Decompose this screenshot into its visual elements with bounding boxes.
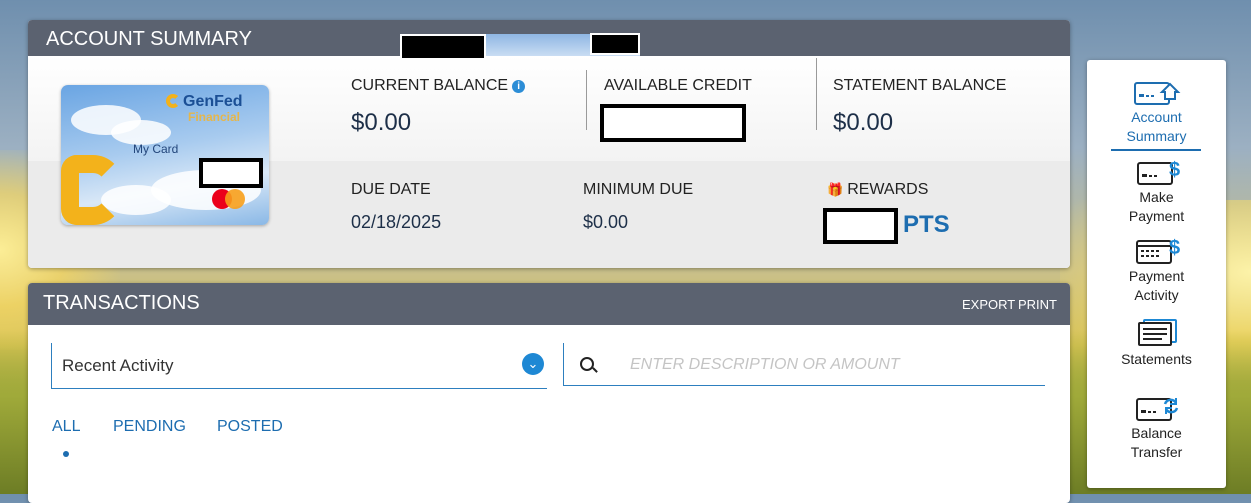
due-date-value: 02/18/2025 bbox=[351, 212, 442, 232]
available-credit-label: AVAILABLE CREDIT bbox=[604, 77, 752, 94]
nav-label: Activity bbox=[1134, 287, 1179, 303]
chevron-down-icon[interactable]: ⌄ bbox=[522, 353, 544, 375]
redacted-card-number bbox=[199, 158, 263, 188]
card-transfer-icon bbox=[1135, 398, 1178, 421]
redacted-header-left bbox=[400, 34, 486, 60]
transactions-header: TRANSACTIONS EXPORT PRINT bbox=[28, 283, 1070, 325]
tab-all[interactable]: ALL bbox=[52, 418, 80, 436]
info-icon[interactable]: i bbox=[512, 80, 526, 93]
divider bbox=[816, 58, 817, 130]
nav-make-payment[interactable]: $ Make Payment bbox=[1087, 158, 1226, 226]
redacted-header-right bbox=[590, 33, 640, 55]
nav-label: Statements bbox=[1121, 351, 1192, 367]
card-dollar-icon: $ bbox=[1136, 159, 1180, 185]
nav-label: Account bbox=[1131, 109, 1182, 125]
search-icon bbox=[580, 357, 594, 371]
rewards-unit: PTS bbox=[903, 211, 950, 238]
svg-text:$: $ bbox=[1169, 159, 1180, 181]
statements-icon bbox=[1137, 319, 1177, 346]
current-balance-value: $0.00 bbox=[351, 109, 412, 136]
nav-statements[interactable]: Statements bbox=[1087, 318, 1226, 369]
nav-balance-transfer[interactable]: Balance Transfer bbox=[1087, 394, 1226, 462]
gift-icon: 🎁 bbox=[827, 182, 844, 197]
calculator-dollar-icon: $ bbox=[1135, 237, 1180, 264]
nav-payment-activity[interactable]: $ Payment Activity bbox=[1087, 237, 1226, 305]
active-nav-indicator bbox=[1111, 149, 1201, 151]
redacted-rewards-points bbox=[823, 208, 898, 244]
due-date-label: DUE DATE bbox=[351, 181, 431, 198]
account-summary-panel: ACCOUNT SUMMARY GenFed Financial My Card… bbox=[28, 20, 1070, 268]
svg-text:$: $ bbox=[1169, 237, 1180, 259]
active-tab-indicator bbox=[63, 451, 69, 457]
nav-label: Balance bbox=[1131, 425, 1182, 441]
nav-label: Payment bbox=[1128, 268, 1185, 284]
transaction-search bbox=[563, 343, 1045, 386]
nav-label: Summary bbox=[1126, 128, 1187, 144]
statement-balance-value: $0.00 bbox=[833, 109, 894, 136]
transactions-panel: TRANSACTIONS EXPORT PRINT Recent Activit… bbox=[28, 283, 1070, 503]
divider bbox=[586, 70, 587, 130]
credit-card-image[interactable]: GenFed Financial My Card bbox=[61, 85, 269, 225]
tab-pending[interactable]: PENDING bbox=[113, 418, 186, 436]
activity-filter-select[interactable]: Recent Activity ⌄ bbox=[51, 343, 547, 389]
redacted-available-credit bbox=[600, 104, 746, 142]
minimum-due-label: MINIMUM DUE bbox=[583, 181, 694, 198]
genfed-logo: GenFed bbox=[166, 93, 243, 111]
genfed-logo-subtitle: Financial bbox=[188, 110, 241, 124]
current-balance-label: CURRENT BALANCE i bbox=[351, 77, 526, 95]
print-link[interactable]: PRINT bbox=[1018, 297, 1057, 312]
tab-posted[interactable]: POSTED bbox=[217, 418, 283, 436]
search-input[interactable] bbox=[628, 353, 1032, 377]
side-navigation: Account Summary $ Make Payment $ Payment… bbox=[1087, 60, 1226, 488]
nav-label: Payment bbox=[1128, 208, 1185, 224]
card-home-icon bbox=[1133, 82, 1180, 105]
card-brand-mark bbox=[61, 155, 123, 225]
transactions-title: TRANSACTIONS bbox=[43, 292, 200, 314]
activity-filter-value: Recent Activity bbox=[62, 356, 174, 375]
nav-label: Make bbox=[1139, 189, 1174, 205]
statement-balance-label: STATEMENT BALANCE bbox=[833, 77, 1007, 94]
nav-account-summary[interactable]: Account Summary bbox=[1087, 78, 1226, 146]
export-link[interactable]: EXPORT bbox=[962, 297, 1015, 312]
rewards-label: 🎁 REWARDS bbox=[827, 181, 929, 198]
nav-label: Transfer bbox=[1130, 444, 1183, 460]
minimum-due-value: $0.00 bbox=[583, 212, 629, 232]
card-name: My Card bbox=[133, 142, 179, 156]
